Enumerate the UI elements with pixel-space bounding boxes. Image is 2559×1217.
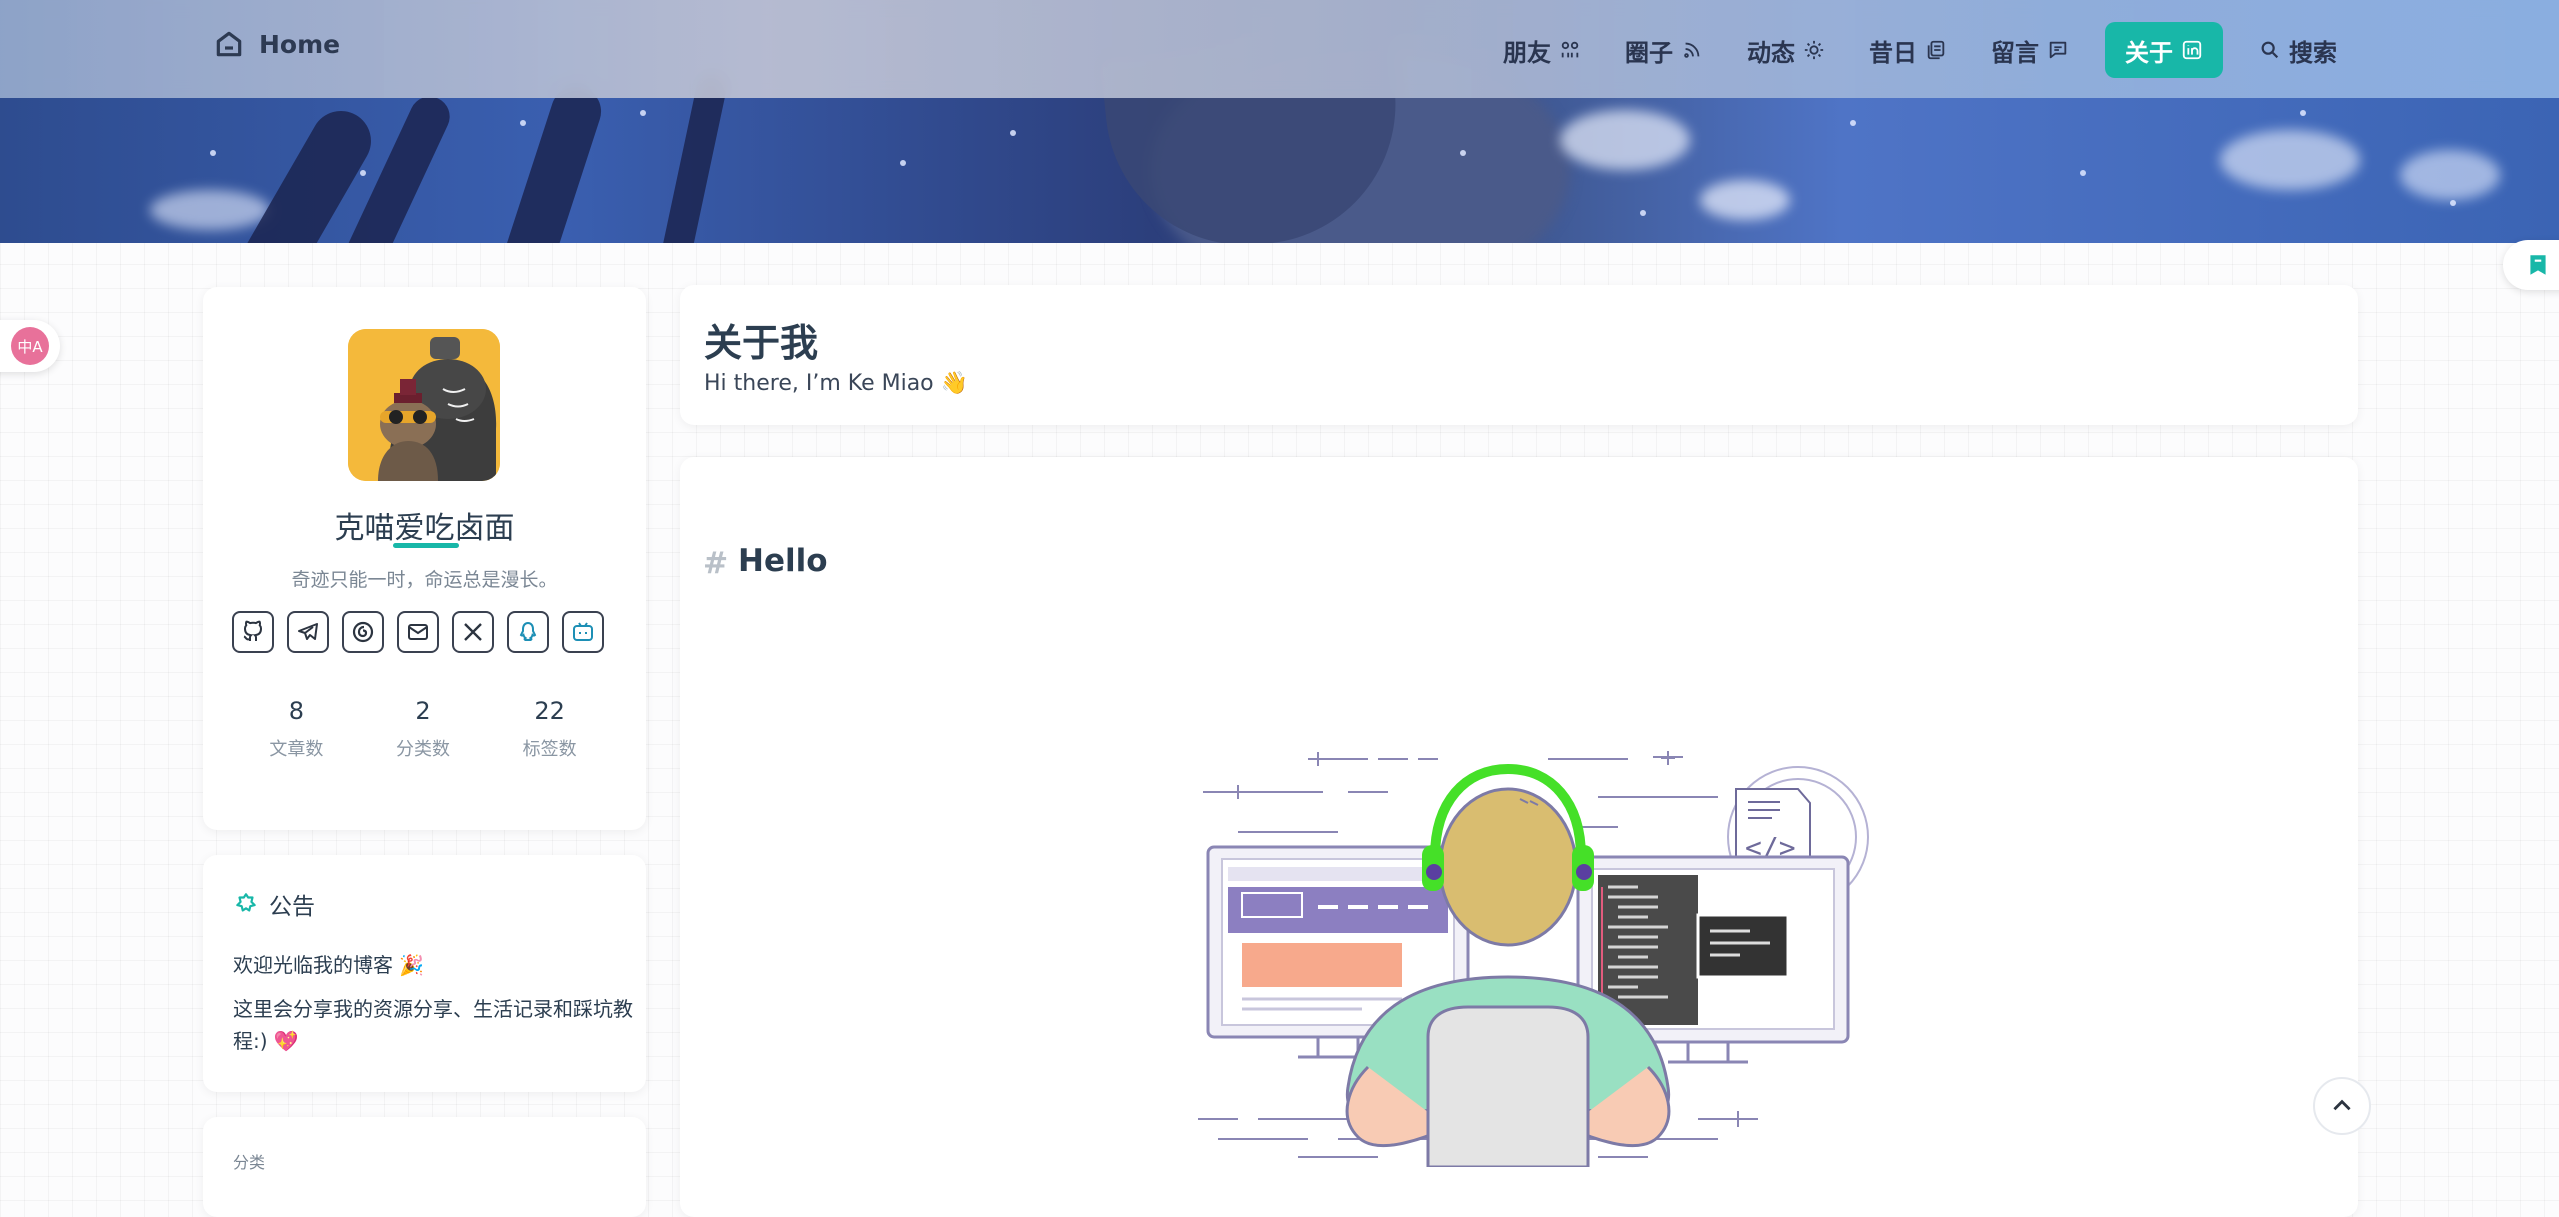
translate-icon: 中A xyxy=(11,327,49,365)
linkedin-icon xyxy=(2182,40,2202,60)
author-motto: 奇迹只能一时，命运总是漫长。 xyxy=(291,569,558,591)
avatar[interactable] xyxy=(348,329,500,481)
nav-moments[interactable]: 动态 xyxy=(1739,22,1833,78)
stat-categories[interactable]: 2 分类数 xyxy=(363,697,483,761)
mail-icon xyxy=(408,624,428,640)
notice-line-2: 这里会分享我的资源分享、生活记录和踩坑教程:) 💖 xyxy=(233,997,633,1053)
author-underline xyxy=(393,543,459,548)
nav-search[interactable]: 搜索 xyxy=(2251,22,2345,78)
notice-line-1: 欢迎光临我的博客 🎉 xyxy=(233,953,425,977)
github-link[interactable] xyxy=(232,611,274,653)
nav-archive-label: 昔日 xyxy=(1869,38,1917,67)
bilibili-icon xyxy=(573,622,593,641)
bilibili-link[interactable] xyxy=(562,611,604,653)
nav-about-label: 关于 xyxy=(2125,38,2173,67)
about-header-card: 关于我 Hi there, I’m Ke Miao 👋 xyxy=(680,285,2358,425)
categories-title: 分类 xyxy=(233,1153,266,1172)
main-nav: 朋友 圈子 动态 昔日 留言 关于 搜索 xyxy=(1495,22,2345,78)
search-icon xyxy=(2261,41,2279,59)
stat-articles-label: 文章数 xyxy=(269,739,324,760)
categories-card: 分类 xyxy=(203,1117,646,1217)
translate-button[interactable]: 中A xyxy=(0,320,60,372)
nav-friends[interactable]: 朋友 xyxy=(1495,22,1589,78)
home-icon xyxy=(216,31,242,57)
megaphone-icon xyxy=(236,893,256,912)
nav-archive[interactable]: 昔日 xyxy=(1861,22,1955,78)
developer-illustration: </> xyxy=(1198,751,1869,1167)
nav-circle-label: 圈子 xyxy=(1625,38,1673,67)
page-title: 关于我 xyxy=(704,321,819,365)
home-link[interactable]: Home xyxy=(213,28,340,60)
back-to-top-button[interactable] xyxy=(2313,1077,2371,1135)
author-name[interactable]: 克喵爱吃卤面 xyxy=(203,503,646,547)
x-icon xyxy=(464,623,482,641)
netease-music-link[interactable] xyxy=(342,611,384,653)
sun-icon xyxy=(1804,40,1824,60)
page-subtitle: Hi there, I’m Ke Miao 👋 xyxy=(704,371,969,396)
bookmark-button[interactable] xyxy=(2503,240,2559,290)
home-label: Home xyxy=(259,29,341,59)
nav-friends-label: 朋友 xyxy=(1503,38,1551,67)
top-navbar: Home 朋友 圈子 动态 昔日 留言 关于 搜索 xyxy=(0,0,2559,98)
qq-icon xyxy=(519,621,537,641)
stat-categories-label: 分类数 xyxy=(395,739,450,760)
nav-search-label: 搜索 xyxy=(2289,38,2337,67)
netease-music-icon xyxy=(352,621,374,643)
section-heading: Hello xyxy=(738,543,828,579)
users-icon xyxy=(1561,41,1579,58)
bookmark-icon xyxy=(2530,255,2546,275)
stat-tags[interactable]: 22 标签数 xyxy=(490,697,610,761)
nav-about[interactable]: 关于 xyxy=(2105,22,2223,78)
article-content-card: # Hello </> xyxy=(680,457,2358,1217)
archive-icon xyxy=(1927,40,1945,60)
social-links xyxy=(232,611,604,653)
site-stats: 8 文章数 2 分类数 22 标签数 xyxy=(233,697,613,761)
heading-anchor[interactable]: # xyxy=(703,546,728,581)
nav-guestbook[interactable]: 留言 xyxy=(1983,22,2077,78)
stat-articles-value: 8 xyxy=(288,697,304,725)
stat-tags-label: 标签数 xyxy=(522,739,577,760)
stat-articles[interactable]: 8 文章数 xyxy=(236,697,356,761)
stat-tags-value: 22 xyxy=(534,697,565,725)
rss-icon xyxy=(1684,42,1700,58)
nav-guestbook-label: 留言 xyxy=(1991,38,2039,67)
stat-categories-value: 2 xyxy=(415,697,431,725)
message-icon xyxy=(2049,41,2067,59)
github-icon xyxy=(243,620,262,641)
chevron-up-icon xyxy=(2333,1099,2351,1111)
notice-card: 公告 欢迎光临我的博客 🎉 这里会分享我的资源分享、生活记录和踩坑教程:) 💖 xyxy=(203,855,646,1092)
telegram-link[interactable] xyxy=(287,611,329,653)
notice-title: 公告 xyxy=(269,894,315,920)
x-link[interactable] xyxy=(452,611,494,653)
qq-link[interactable] xyxy=(507,611,549,653)
email-link[interactable] xyxy=(397,611,439,653)
nav-circle[interactable]: 圈子 xyxy=(1617,22,1711,78)
profile-card: 克喵爱吃卤面 奇迹只能一时，命运总是漫长。 8 文章数 2 分类数 22 标签数 xyxy=(203,287,646,830)
telegram-icon xyxy=(298,623,318,640)
notice-header: 公告 xyxy=(233,887,315,921)
nav-moments-label: 动态 xyxy=(1747,38,1795,67)
